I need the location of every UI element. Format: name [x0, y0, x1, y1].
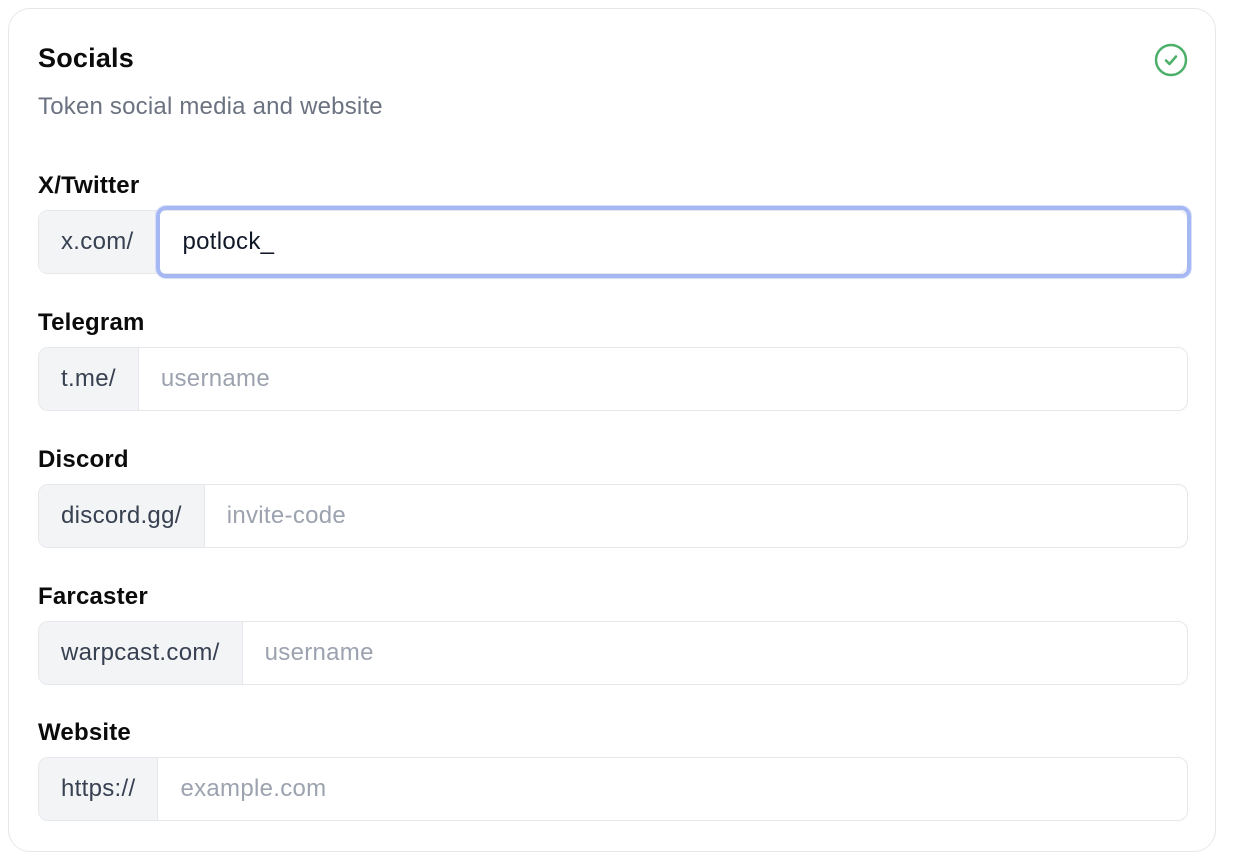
discord-prefix: discord.gg/ — [39, 485, 205, 547]
twitter-label: X/Twitter — [38, 172, 140, 199]
website-input[interactable] — [158, 758, 1187, 820]
discord-input-group: discord.gg/ — [38, 484, 1188, 548]
section-subtitle: Token social media and website — [38, 93, 383, 120]
website-label: Website — [38, 719, 131, 746]
farcaster-label: Farcaster — [38, 583, 148, 610]
telegram-prefix: t.me/ — [39, 348, 139, 410]
website-input-group: https:// — [38, 757, 1188, 821]
socials-card: Socials Token social media and website X… — [8, 8, 1216, 852]
twitter-input[interactable] — [156, 206, 1191, 278]
discord-label: Discord — [38, 446, 129, 473]
discord-input[interactable] — [204, 485, 1187, 547]
farcaster-prefix: warpcast.com/ — [39, 622, 243, 684]
farcaster-input[interactable] — [242, 622, 1187, 684]
telegram-label: Telegram — [38, 309, 145, 336]
telegram-input-group: t.me/ — [38, 347, 1188, 411]
website-prefix: https:// — [39, 758, 159, 820]
telegram-input[interactable] — [138, 348, 1187, 410]
section-title: Socials — [38, 43, 134, 73]
farcaster-input-group: warpcast.com/ — [38, 621, 1188, 685]
twitter-input-group: x.com/ — [38, 206, 1191, 278]
check-circle-icon — [1154, 43, 1188, 77]
twitter-prefix: x.com/ — [39, 211, 157, 273]
